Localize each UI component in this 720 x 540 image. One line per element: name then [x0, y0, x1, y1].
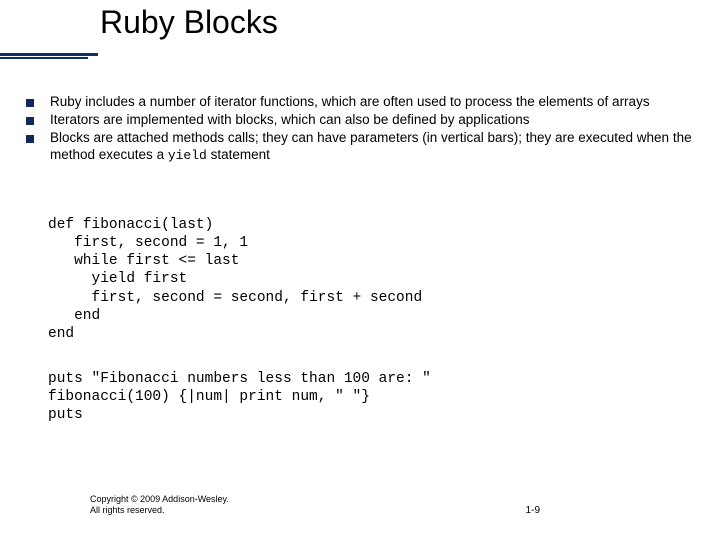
bullet-text: Blocks are attached methods calls; they … — [50, 130, 694, 164]
bullet-text-pre: Blocks are attached methods calls; they … — [50, 130, 692, 162]
slide-footer: Copyright © 2009 Addison-Wesley. All rig… — [90, 494, 630, 516]
title-rule — [0, 53, 98, 56]
bullet-item: Blocks are attached methods calls; they … — [26, 130, 694, 164]
slide-title: Ruby Blocks — [100, 4, 278, 41]
copyright-text: Copyright © 2009 Addison-Wesley. All rig… — [90, 494, 240, 516]
code-block-fibonacci-def: def fibonacci(last) first, second = 1, 1… — [48, 216, 688, 343]
inline-code: yield — [168, 148, 207, 163]
title-rule-shadow — [0, 57, 88, 59]
bullet-text-post: statement — [207, 147, 270, 162]
bullet-list: Ruby includes a number of iterator funct… — [26, 94, 694, 165]
bullet-text: Iterators are implemented with blocks, w… — [50, 112, 694, 129]
bullet-item: Ruby includes a number of iterator funct… — [26, 94, 694, 111]
square-bullet-icon — [26, 117, 34, 125]
code-block-fibonacci-call: puts "Fibonacci numbers less than 100 ar… — [48, 370, 688, 424]
slide: Ruby Blocks Ruby includes a number of it… — [0, 0, 720, 540]
bullet-text: Ruby includes a number of iterator funct… — [50, 94, 694, 111]
square-bullet-icon — [26, 99, 34, 107]
page-number: 1-9 — [526, 505, 540, 516]
square-bullet-icon — [26, 135, 34, 143]
bullet-item: Iterators are implemented with blocks, w… — [26, 112, 694, 129]
